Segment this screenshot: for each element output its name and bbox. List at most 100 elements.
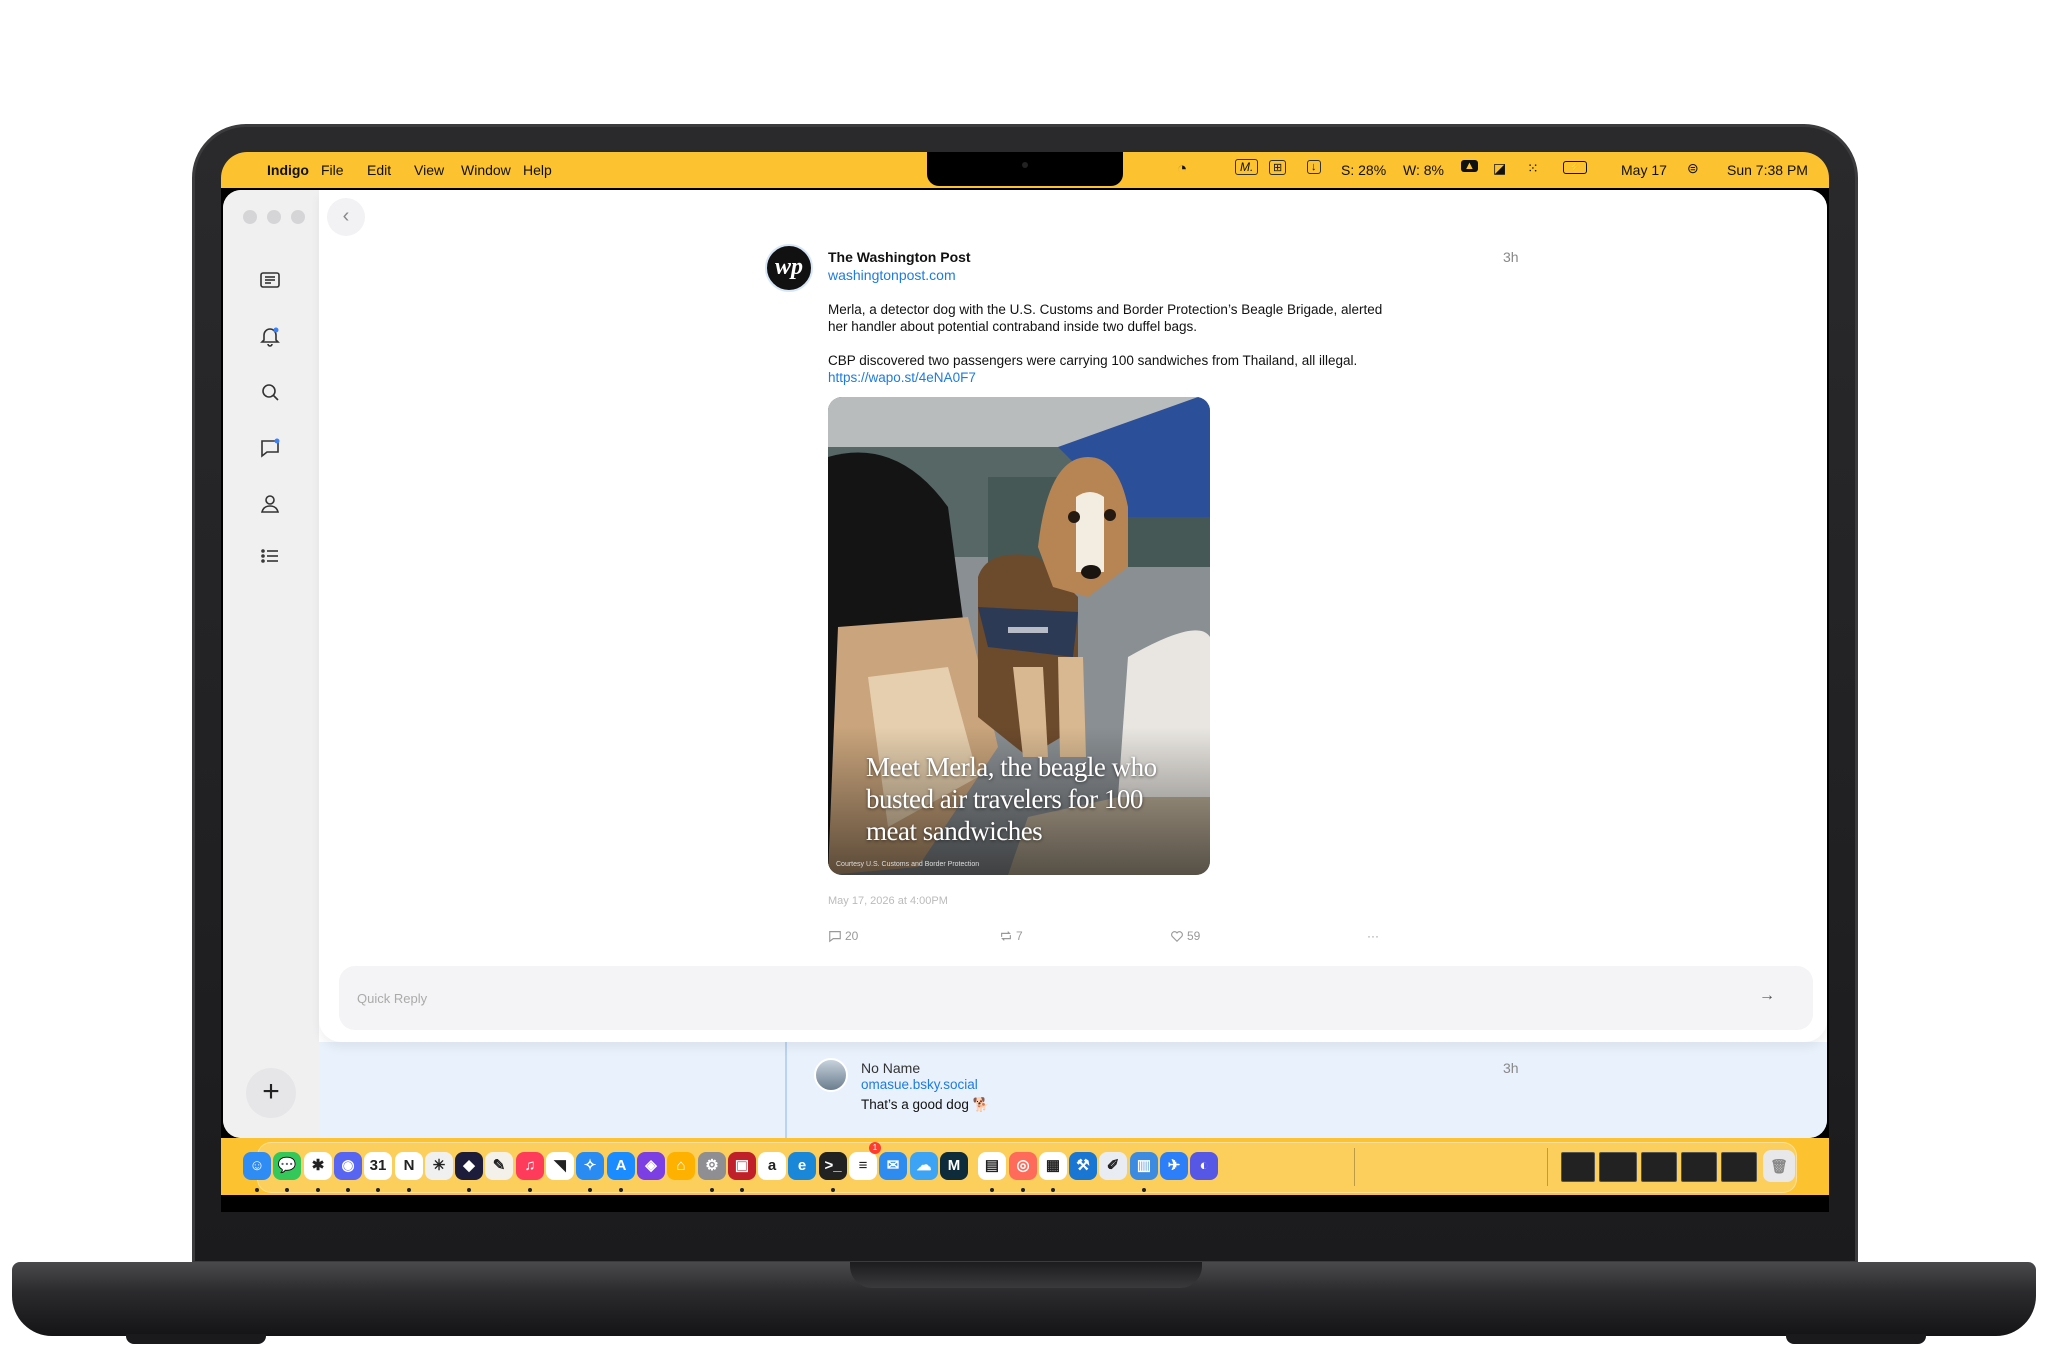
post-link[interactable]: https://wapo.st/4eNA0F7 xyxy=(828,370,976,385)
minimized-window-thumbnail[interactable] xyxy=(1641,1152,1677,1182)
app-window: + ‹ wp The Washington Post washingtonpos… xyxy=(223,190,1827,1138)
post-date: May 17, 2026 at 4:00PM xyxy=(828,895,948,907)
netnewswire-dock-icon[interactable]: ◥ xyxy=(546,1152,574,1180)
minimized-window-thumbnail[interactable] xyxy=(1681,1152,1717,1182)
menu-file[interactable]: File xyxy=(321,162,344,178)
grid-menu-icon[interactable]: ⁙ xyxy=(1527,160,1539,177)
minimized-window-thumbnail[interactable] xyxy=(1721,1152,1757,1182)
wifi-status[interactable]: W: 8% xyxy=(1403,162,1444,178)
messages-dock-icon[interactable]: 💬 xyxy=(273,1152,301,1180)
fantastical-dock-icon[interactable]: ▤ xyxy=(978,1152,1006,1180)
menu-view[interactable]: View xyxy=(414,162,444,178)
reminders-dock-icon[interactable]: ≡ xyxy=(849,1152,877,1180)
notion-dock-icon[interactable]: N xyxy=(395,1152,423,1180)
list-icon[interactable] xyxy=(258,544,282,568)
running-indicator xyxy=(346,1188,350,1192)
repost-action[interactable]: 7 xyxy=(999,929,1023,943)
battery-icon[interactable]: ⚡ xyxy=(1563,161,1587,174)
running-indicator xyxy=(376,1188,380,1192)
screen-bezel-bottom xyxy=(221,1195,1829,1212)
xcode-dock-icon[interactable]: ⚒ xyxy=(1069,1152,1097,1180)
author-avatar[interactable]: wp xyxy=(765,244,813,292)
quicktime-dock-icon[interactable]: ◐ xyxy=(1190,1152,1218,1180)
running-indicator xyxy=(316,1188,320,1192)
running-indicator xyxy=(1021,1188,1025,1192)
link-preview-image[interactable]: Meet Merla, the beagle who busted air tr… xyxy=(828,397,1210,875)
minimized-window-thumbnail[interactable] xyxy=(1561,1152,1595,1182)
script-editor-dock-icon[interactable]: ✐ xyxy=(1099,1152,1127,1180)
author-name[interactable]: The Washington Post xyxy=(828,249,971,265)
safari-dock-icon[interactable]: ✧ xyxy=(576,1152,604,1180)
ivory-dock-icon[interactable]: M xyxy=(940,1152,968,1180)
music-dock-icon[interactable]: ♫ xyxy=(516,1152,544,1180)
preview-dock-icon[interactable]: ▥ xyxy=(1130,1152,1158,1180)
amazon-dock-icon[interactable]: a xyxy=(758,1152,786,1180)
chat-icon[interactable] xyxy=(258,436,282,460)
running-indicator xyxy=(619,1188,623,1192)
reply-author-name[interactable]: No Name xyxy=(861,1060,920,1076)
author-handle[interactable]: washingtonpost.com xyxy=(828,267,956,283)
download-icon[interactable]: ↓ xyxy=(1307,160,1321,174)
laptop-base-notch xyxy=(850,1262,1202,1288)
zoom-window-button[interactable] xyxy=(291,210,305,224)
compose-button[interactable]: + xyxy=(246,1068,296,1118)
finder-dock-icon[interactable]: ☺ xyxy=(243,1152,271,1180)
post-text: Merla, a detector dog with the U.S. Cust… xyxy=(828,301,1398,403)
system-settings-badge: 1 xyxy=(869,1142,881,1154)
reply-avatar[interactable] xyxy=(814,1058,848,1092)
testflight-dock-icon[interactable]: ✈ xyxy=(1160,1152,1188,1180)
running-indicator xyxy=(467,1188,471,1192)
calendar-dock-icon[interactable]: 31 xyxy=(364,1152,392,1180)
minimize-window-button[interactable] xyxy=(267,210,281,224)
shortcut-icon[interactable]: ◪ xyxy=(1493,160,1506,177)
reply-author-handle[interactable]: omasue.bsky.social xyxy=(861,1077,978,1092)
menu-app-name[interactable]: Indigo xyxy=(267,162,309,178)
timeline-icon[interactable] xyxy=(258,268,282,292)
menu-date[interactable]: May 17 xyxy=(1621,162,1667,178)
reply-action[interactable]: 20 xyxy=(828,929,858,943)
system-settings-dock-icon[interactable]: ⚙ xyxy=(698,1152,726,1180)
shortcuts-dock-icon[interactable]: ◈ xyxy=(637,1152,665,1180)
minimized-window-thumbnail[interactable] xyxy=(1599,1152,1637,1182)
arc-dock-icon[interactable]: ◆ xyxy=(455,1152,483,1180)
more-options-button[interactable]: ··· xyxy=(1367,929,1379,943)
like-action[interactable]: 59 xyxy=(1170,929,1200,943)
close-window-button[interactable] xyxy=(243,210,257,224)
dashboard-icon[interactable]: ◔ xyxy=(1177,159,1187,179)
storage-status[interactable]: S: 28% xyxy=(1341,162,1386,178)
post-paragraph-2: CBP discovered two passengers were carry… xyxy=(828,353,1358,368)
quick-reply-input[interactable] xyxy=(339,966,1813,1030)
screen: Indigo File Edit View Window Help ◔ M. ⊞… xyxy=(221,152,1829,1212)
tot-dock-icon[interactable]: ☁ xyxy=(910,1152,938,1180)
slack-dock-icon[interactable]: ✱ xyxy=(304,1152,332,1180)
back-button[interactable]: ‹ xyxy=(327,198,365,236)
bell-icon[interactable] xyxy=(258,324,282,348)
app-store-dock-icon[interactable]: A xyxy=(607,1152,635,1180)
edge-dock-icon[interactable]: e xyxy=(788,1152,816,1180)
terminal-dock-icon[interactable]: >_ xyxy=(819,1152,847,1180)
claude-dock-icon[interactable]: ✳ xyxy=(425,1152,453,1180)
menu-window[interactable]: Window xyxy=(461,162,511,178)
profile-icon[interactable] xyxy=(258,492,282,516)
discord-dock-icon[interactable]: ◉ xyxy=(334,1152,362,1180)
menu-help[interactable]: Help xyxy=(523,162,552,178)
lasso-dock-icon[interactable]: ◎ xyxy=(1009,1152,1037,1180)
camera-notch xyxy=(927,152,1123,186)
reply-area xyxy=(319,1042,1827,1138)
trash-icon[interactable]: 🗑 xyxy=(1763,1150,1795,1182)
photo-booth-dock-icon[interactable]: ▣ xyxy=(728,1152,756,1180)
pixelmator-dock-icon[interactable]: ✎ xyxy=(485,1152,513,1180)
image-headline: Meet Merla, the beagle who busted air tr… xyxy=(866,752,1157,846)
airbuddy-icon[interactable]: ▲ xyxy=(1461,160,1478,172)
window-switcher-icon[interactable]: ⊞ xyxy=(1269,160,1287,175)
send-arrow-icon[interactable]: → xyxy=(1759,987,1775,1005)
control-center-icon[interactable]: ⊜ xyxy=(1687,160,1699,177)
notes-dock-icon[interactable]: ▦ xyxy=(1039,1152,1067,1180)
mastodon-status-icon[interactable]: M. xyxy=(1235,159,1259,175)
search-icon[interactable] xyxy=(258,380,282,404)
mail-dock-icon[interactable]: ✉ xyxy=(879,1152,907,1180)
home-dock-icon[interactable]: ⌂ xyxy=(667,1152,695,1180)
menu-edit[interactable]: Edit xyxy=(367,162,391,178)
post-paragraph-1: Merla, a detector dog with the U.S. Cust… xyxy=(828,302,1383,334)
menu-clock[interactable]: Sun 7:38 PM xyxy=(1727,162,1808,178)
